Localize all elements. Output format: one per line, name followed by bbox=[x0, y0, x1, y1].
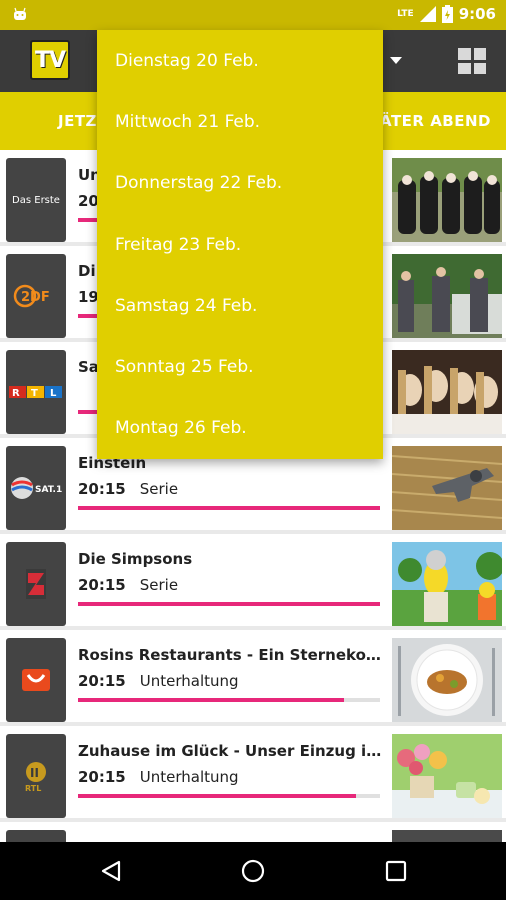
date-option-donnerstag[interactable]: Donnerstag 22 Feb. bbox=[97, 153, 383, 214]
recents-icon[interactable] bbox=[385, 860, 407, 882]
back-icon[interactable] bbox=[100, 860, 122, 882]
progress-fill bbox=[78, 794, 356, 798]
tab-spaeter-abend[interactable]: ÄTER ABEND bbox=[380, 112, 491, 130]
program-time: 20:15 bbox=[78, 576, 126, 594]
program-time-line: 20:15 Unterhaltung bbox=[78, 768, 239, 786]
date-option-mittwoch[interactable]: Mittwoch 21 Feb. bbox=[97, 91, 383, 152]
logo-text: TV bbox=[34, 47, 66, 73]
channel-logo-das-erste: Das Erste bbox=[6, 158, 66, 242]
progress-bar bbox=[78, 602, 380, 606]
program-genre: Unterhaltung bbox=[139, 672, 239, 690]
svg-text:II: II bbox=[30, 766, 39, 780]
grid-view-icon[interactable] bbox=[458, 48, 486, 74]
program-thumbnail bbox=[392, 446, 502, 530]
android-notification-icon bbox=[14, 7, 26, 20]
program-title: Die Simpsons bbox=[78, 550, 193, 568]
channel-logo-prosieben bbox=[6, 542, 66, 626]
program-thumbnail bbox=[392, 254, 502, 338]
system-nav-bar bbox=[0, 842, 506, 900]
date-option-dienstag[interactable]: Dienstag 20 Feb. bbox=[97, 30, 383, 91]
progress-bar bbox=[78, 698, 380, 702]
network-type: LTE bbox=[397, 9, 414, 19]
program-row-partial[interactable] bbox=[0, 822, 506, 842]
progress-bar bbox=[78, 506, 380, 510]
program-time: 20:15 bbox=[78, 768, 126, 786]
program-title: Zuhause im Glück - Unser Einzug in ein n… bbox=[78, 742, 382, 760]
progress-bar bbox=[78, 794, 380, 798]
date-option-sonntag[interactable]: Sonntag 25 Feb. bbox=[97, 336, 383, 397]
svg-text:2DF: 2DF bbox=[21, 290, 50, 305]
program-time-line: 20:15 Unterhaltung bbox=[78, 672, 239, 690]
channel-logo-rtl2: II RTL bbox=[6, 734, 66, 818]
date-option-samstag[interactable]: Samstag 24 Feb. bbox=[97, 275, 383, 336]
status-bar: LTE 9:06 bbox=[0, 0, 506, 30]
program-row-rtl2[interactable]: II RTL Zuhause im Glück - Unser Einzug in… bbox=[0, 726, 506, 818]
date-dropdown-arrow-icon[interactable] bbox=[390, 57, 402, 64]
program-time: 19 bbox=[78, 288, 99, 306]
channel-logo-rtl: RT L bbox=[6, 350, 66, 434]
program-thumbnail bbox=[392, 542, 502, 626]
program-time: 20:15 bbox=[78, 672, 126, 690]
program-title: Rosins Restaurants - Ein Sternekoch hilf… bbox=[78, 646, 382, 664]
home-icon[interactable] bbox=[241, 859, 265, 883]
svg-text:T: T bbox=[31, 388, 38, 399]
status-icons: LTE 9:06 bbox=[397, 5, 496, 23]
channel-logo-zdf: 2DF bbox=[6, 254, 66, 338]
program-row-kabel-eins[interactable]: Rosins Restaurants - Ein Sternekoch hilf… bbox=[0, 630, 506, 722]
svg-text:RTL: RTL bbox=[25, 784, 41, 793]
program-thumbnail bbox=[392, 734, 502, 818]
progress-fill bbox=[78, 506, 380, 510]
date-dropdown-menu: Dienstag 20 Feb. Mittwoch 21 Feb. Donner… bbox=[97, 30, 383, 459]
svg-text:R: R bbox=[12, 388, 20, 399]
program-thumbnail bbox=[392, 830, 502, 842]
svg-text:SAT.1: SAT.1 bbox=[35, 485, 62, 495]
program-time-line bbox=[78, 384, 92, 402]
battery-icon bbox=[441, 5, 453, 23]
program-thumbnail bbox=[392, 158, 502, 242]
program-thumbnail bbox=[392, 350, 502, 434]
channel-logo-partial bbox=[6, 830, 66, 842]
date-option-montag[interactable]: Montag 26 Feb. bbox=[97, 398, 383, 459]
program-row-prosieben[interactable]: Die Simpsons 20:15 Serie bbox=[0, 534, 506, 626]
program-genre: Serie bbox=[139, 576, 179, 594]
program-time-line: 20:15 Serie bbox=[78, 480, 178, 498]
clock: 9:06 bbox=[458, 5, 496, 23]
channel-logo-sat1: SAT.1 bbox=[6, 446, 66, 530]
program-time: 20:15 bbox=[78, 480, 126, 498]
channel-logo-kabel-eins bbox=[6, 638, 66, 722]
signal-icon bbox=[419, 6, 436, 22]
date-option-freitag[interactable]: Freitag 23 Feb. bbox=[97, 214, 383, 275]
svg-text:L: L bbox=[50, 388, 57, 399]
program-time-line: 20:15 Serie bbox=[78, 576, 178, 594]
program-time: 20 bbox=[78, 192, 99, 210]
program-genre: Unterhaltung bbox=[139, 768, 239, 786]
program-thumbnail bbox=[392, 638, 502, 722]
tv-logo[interactable]: TV bbox=[30, 40, 70, 80]
progress-fill bbox=[78, 698, 344, 702]
progress-fill bbox=[78, 602, 380, 606]
program-genre: Serie bbox=[139, 480, 179, 498]
